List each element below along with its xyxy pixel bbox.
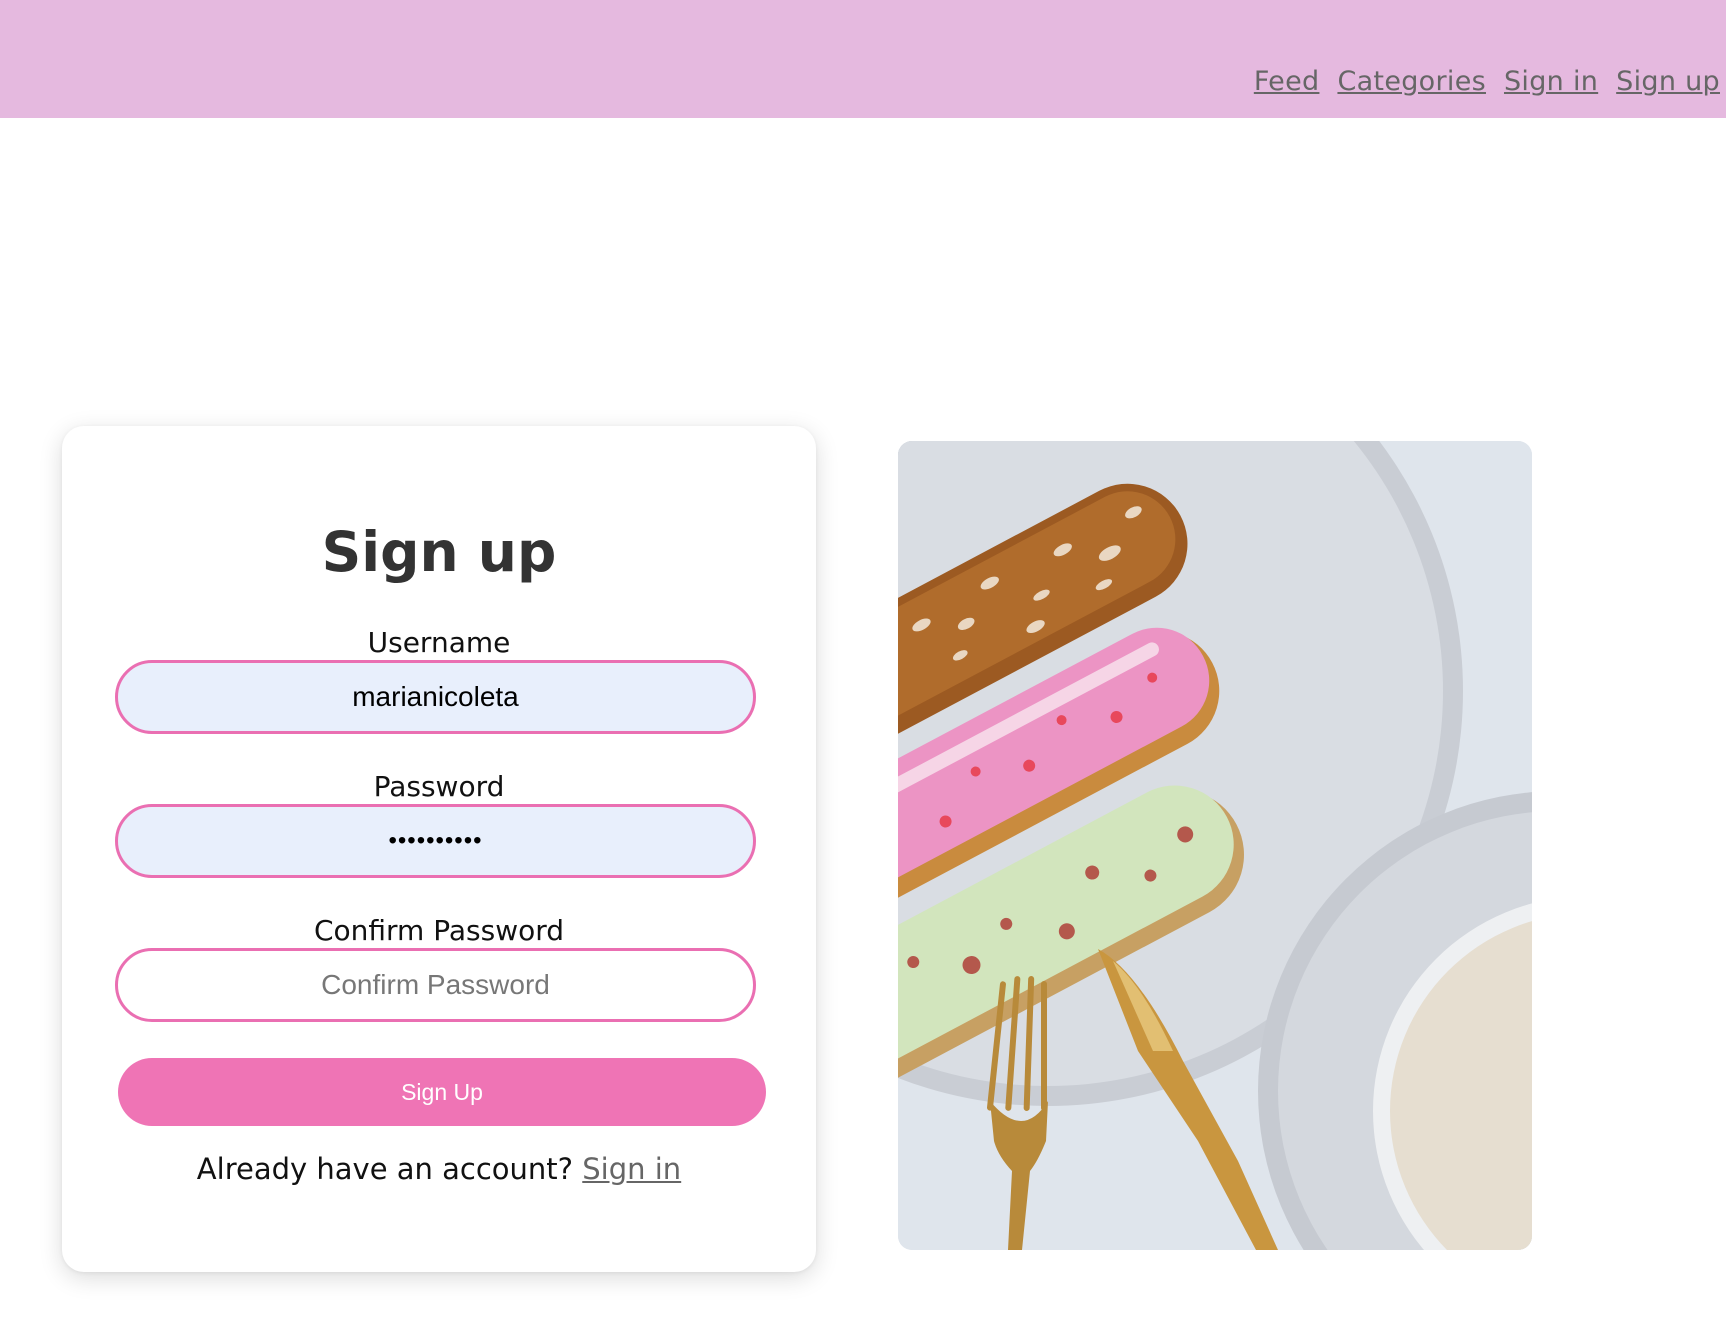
sign-in-link[interactable]: Sign in: [582, 1152, 681, 1186]
signup-card: Sign up Username Password Confirm Passwo…: [62, 426, 816, 1272]
nav-link-categories[interactable]: Categories: [1337, 66, 1486, 97]
nav-link-sign-in[interactable]: Sign in: [1504, 66, 1598, 97]
sign-up-button[interactable]: Sign Up: [118, 1058, 766, 1126]
top-navbar: Feed Categories Sign in Sign up: [0, 0, 1726, 118]
page-title: Sign up: [321, 520, 557, 584]
nav-link-sign-up[interactable]: Sign up: [1616, 66, 1720, 97]
confirm-password-label: Confirm Password: [313, 914, 565, 947]
confirm-password-input[interactable]: [115, 948, 756, 1022]
username-label: Username: [367, 626, 511, 659]
sign-in-prompt-text: Already have an account?: [196, 1152, 574, 1186]
sign-in-prompt: Already have an account? Sign in: [62, 1152, 816, 1186]
username-input[interactable]: [115, 660, 756, 734]
nav-link-feed[interactable]: Feed: [1254, 66, 1320, 97]
password-label: Password: [373, 770, 505, 803]
password-input[interactable]: [115, 804, 756, 878]
eclairs-photo: [898, 441, 1532, 1250]
nav-links: Feed Categories Sign in Sign up: [1254, 66, 1720, 97]
